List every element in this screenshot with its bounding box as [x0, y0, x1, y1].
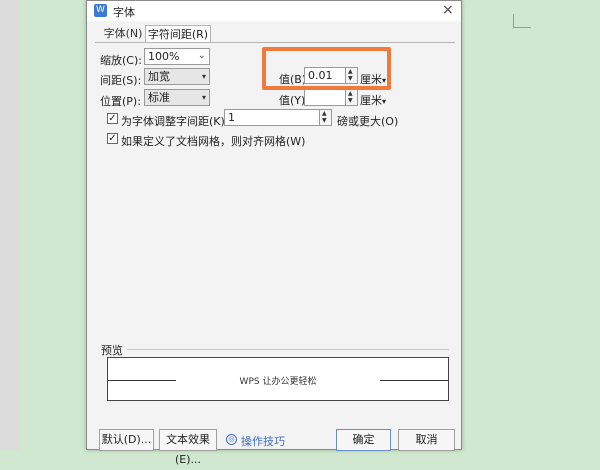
position-label: 位置(P): [100, 95, 141, 108]
preview-label: 预览 [101, 344, 123, 357]
tips-link[interactable]: 操作技巧 [241, 433, 285, 449]
spin-up-icon[interactable]: ▲ [348, 90, 353, 97]
spacing-value: 加宽 [148, 70, 170, 83]
scale-value: 100% [148, 50, 180, 63]
kerning-size-value: 1 [228, 111, 235, 124]
position-unit-select[interactable]: 厘米▾ [360, 92, 386, 108]
preview-box: WPS 让办公更轻松 [107, 357, 449, 401]
highlight-box [262, 47, 391, 90]
cancel-button[interactable]: 取消 [398, 429, 455, 451]
kerning-size-input[interactable]: 1 ▲ ▼ [224, 109, 332, 126]
spin-down-icon[interactable]: ▼ [322, 117, 327, 124]
font-dialog: W 字体 × 字体(N) 字符间距(R) 缩放(C): 100% ⌄ 间距(S)… [86, 0, 462, 466]
text-effects-button[interactable]: 文本效果(E)... [159, 429, 217, 466]
kerning-size-spinner[interactable]: ▲ ▼ [319, 110, 331, 125]
scale-label: 缩放(C): [100, 54, 142, 67]
preview-line-right [380, 380, 448, 381]
ok-button[interactable]: 确定 [336, 429, 391, 451]
spacing-label: 间距(S): [100, 74, 142, 87]
preview-separator [127, 349, 449, 350]
title-bar: W 字体 × [87, 1, 461, 21]
wps-app-icon: W [94, 4, 107, 17]
dialog-title: 字体 [113, 6, 135, 19]
tab-character-spacing[interactable]: 字符间距(R) [145, 25, 211, 43]
dropdown-arrow-icon: ▾ [201, 72, 206, 81]
default-button[interactable]: 默认(D)... [99, 429, 154, 451]
tab-font[interactable]: 字体(N) [100, 25, 146, 43]
kerning-suffix: 磅或更大(O) [337, 115, 399, 128]
spin-up-icon[interactable]: ▲ [322, 110, 327, 117]
dropdown-arrow-icon: ▾ [382, 97, 387, 106]
position-select[interactable]: 标准 ▾ [144, 89, 210, 106]
grid-checkbox[interactable]: ✓ [107, 133, 118, 144]
scale-select[interactable]: 100% ⌄ [144, 48, 210, 65]
position-unit: 厘米 [360, 94, 382, 107]
chevron-down-icon: ⌄ [197, 50, 206, 61]
position-amount-spinner[interactable]: ▲ ▼ [345, 90, 357, 105]
position-amount-input[interactable]: ▲ ▼ [304, 89, 358, 106]
tips-icon[interactable]: ◎ [226, 434, 237, 445]
tab-divider [95, 42, 455, 43]
left-ruler-gutter [0, 0, 20, 450]
page-corner-mark [513, 14, 531, 28]
kerning-label: 为字体调整字间距(K): [121, 115, 229, 128]
close-icon[interactable]: × [442, 2, 454, 18]
grid-label: 如果定义了文档网格，则对齐网格(W) [121, 135, 306, 148]
kerning-checkbox[interactable]: ✓ [107, 113, 118, 124]
dropdown-arrow-icon: ▾ [201, 93, 206, 102]
position-value: 标准 [148, 91, 170, 104]
spacing-select[interactable]: 加宽 ▾ [144, 68, 210, 85]
spin-down-icon[interactable]: ▼ [348, 97, 353, 104]
